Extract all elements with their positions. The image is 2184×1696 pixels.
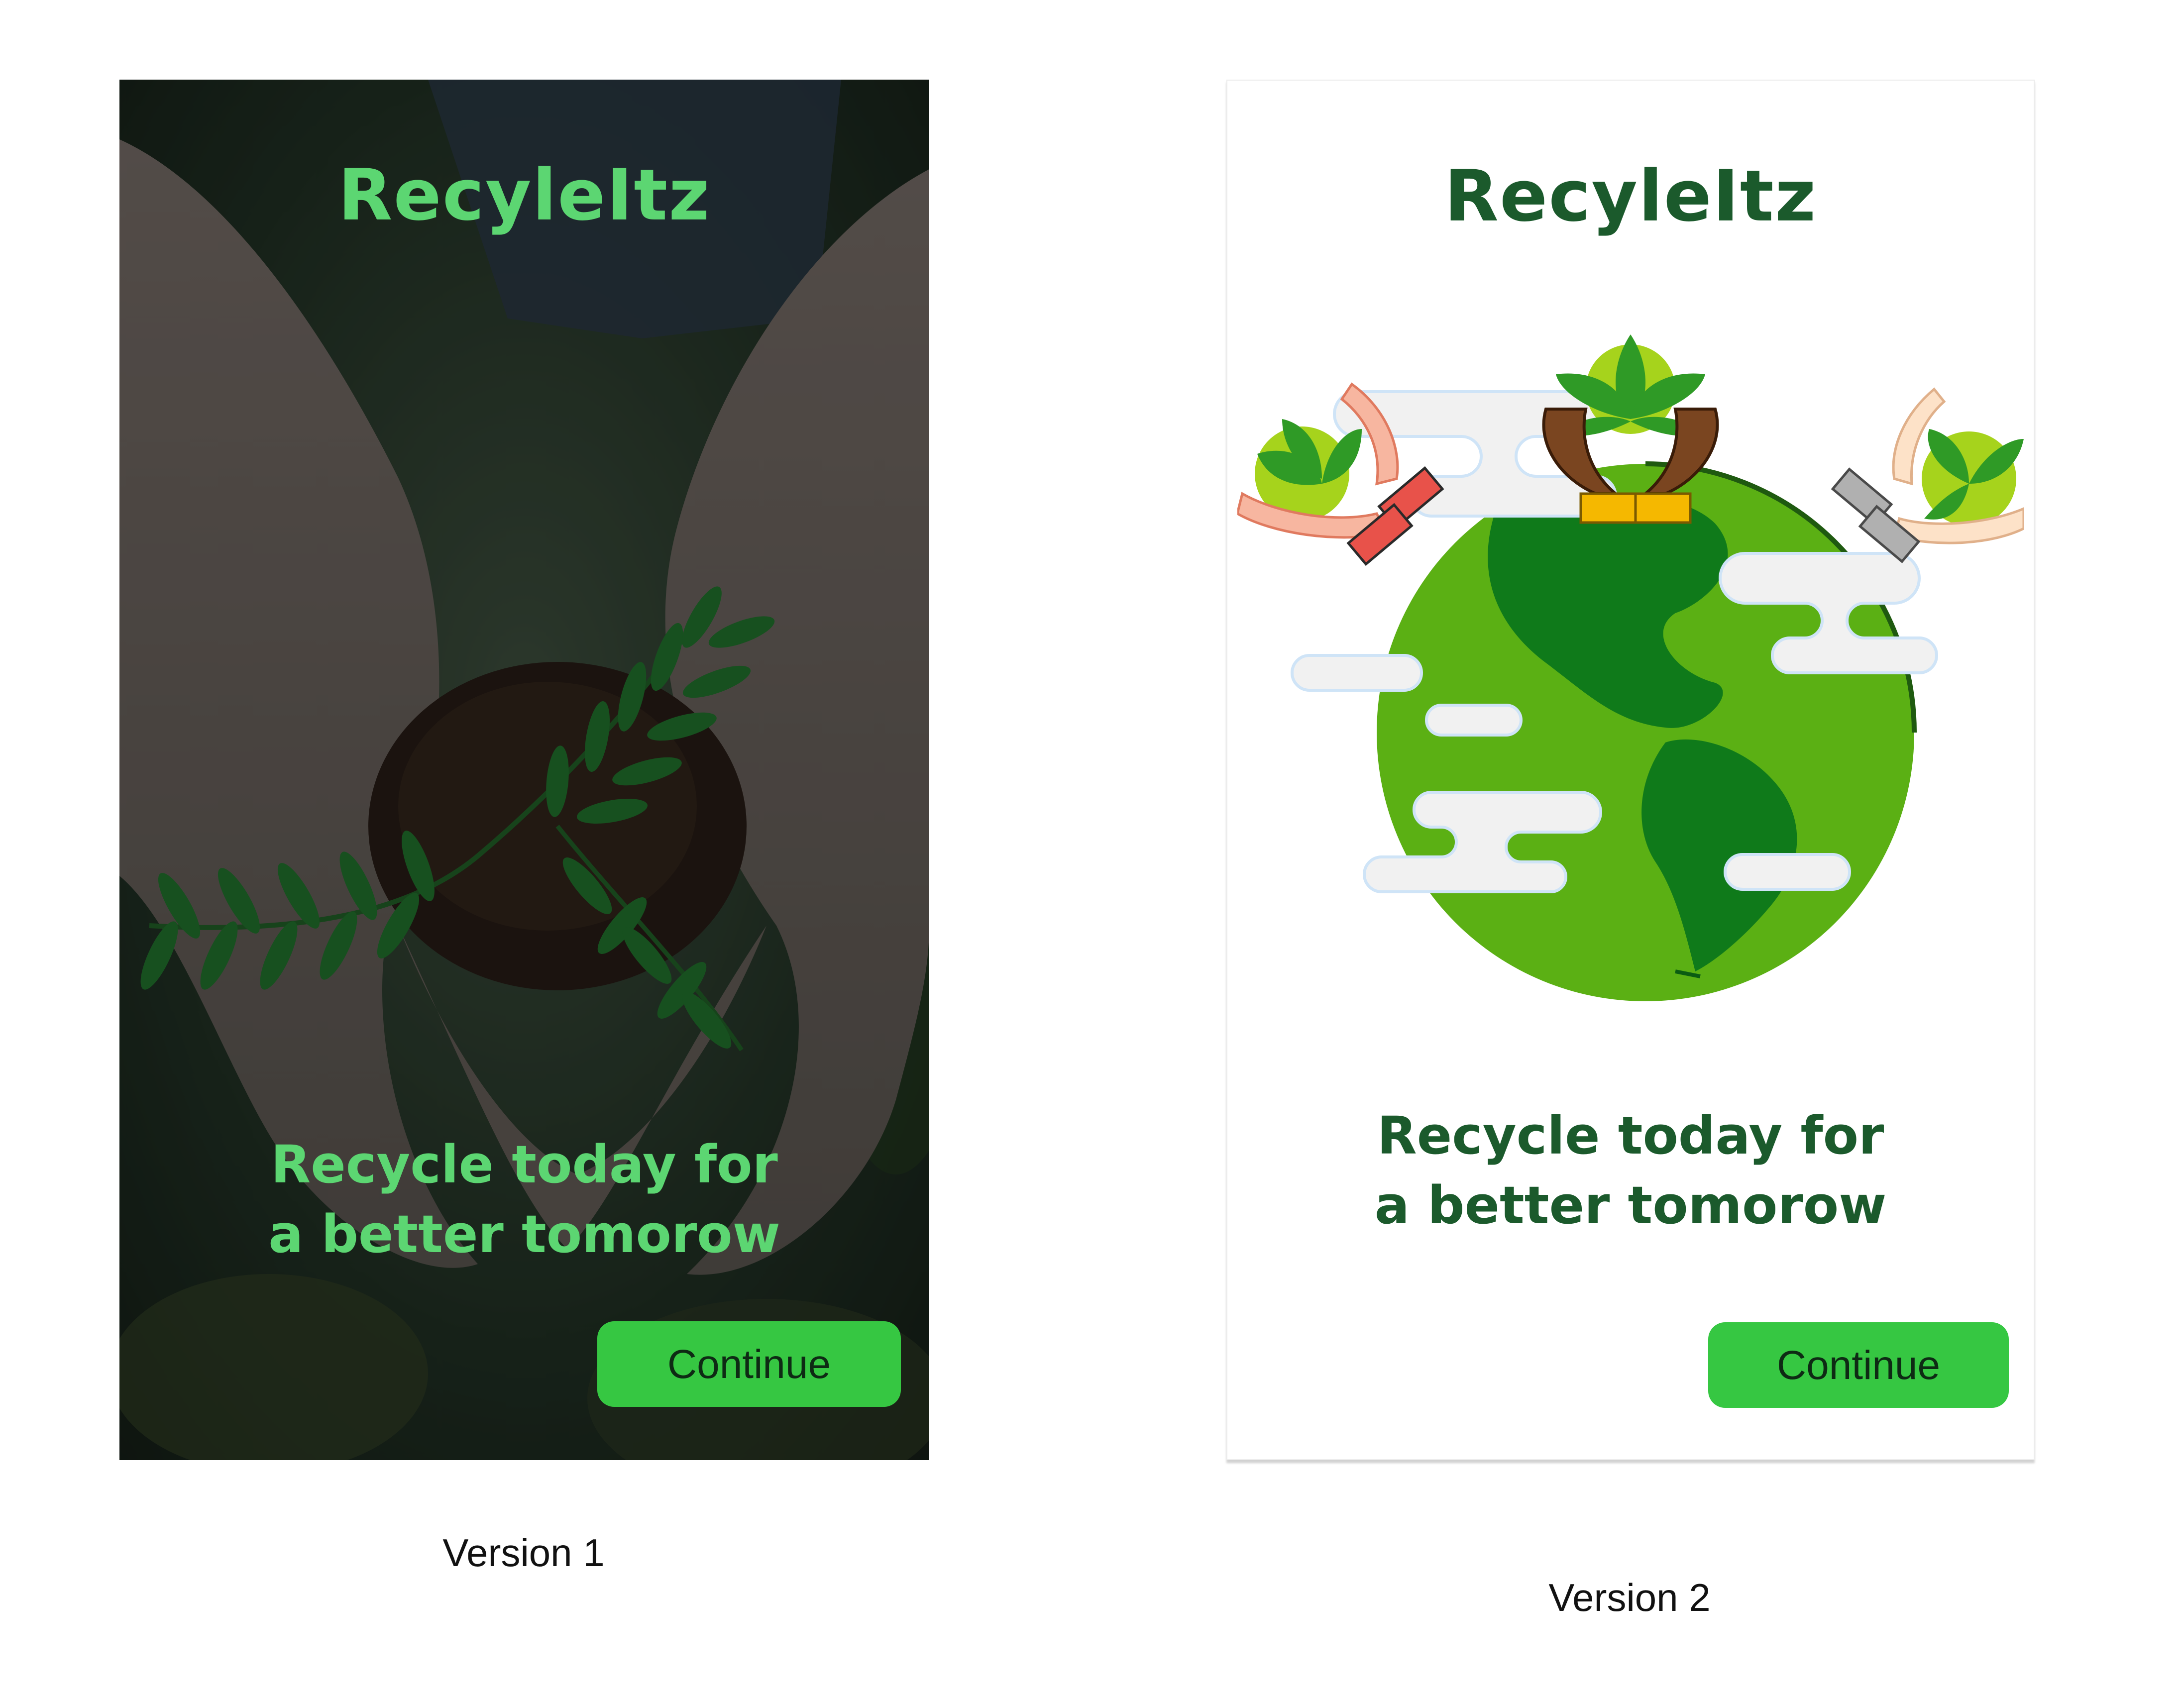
continue-button[interactable]: Continue: [1708, 1322, 2009, 1408]
app-title: RecyleItz: [338, 154, 711, 236]
continue-button[interactable]: Continue: [597, 1321, 901, 1407]
tagline-line-2: a better tomorow: [1374, 1175, 1887, 1236]
tagline: Recycle today for a better tomorow: [119, 1130, 929, 1269]
earth-globe-with-hands-and-plants-illustration: [1237, 334, 2024, 1021]
version-1-caption: Version 1: [442, 1531, 605, 1575]
tagline-line-2: a better tomorow: [268, 1204, 780, 1265]
tagline-line-1: Recycle today for: [1377, 1105, 1884, 1166]
app-title: RecyleItz: [1444, 155, 1817, 237]
version-2-screen: RecyleItz Recycle today for a better tom…: [1226, 80, 2035, 1460]
tagline-line-1: Recycle today for: [271, 1134, 778, 1195]
version-2-caption: Version 2: [1548, 1576, 1711, 1619]
tagline: Recycle today for a better tomorow: [1227, 1101, 2034, 1240]
version-1-screen: RecyleItz Recycle today for a better tom…: [119, 80, 929, 1460]
